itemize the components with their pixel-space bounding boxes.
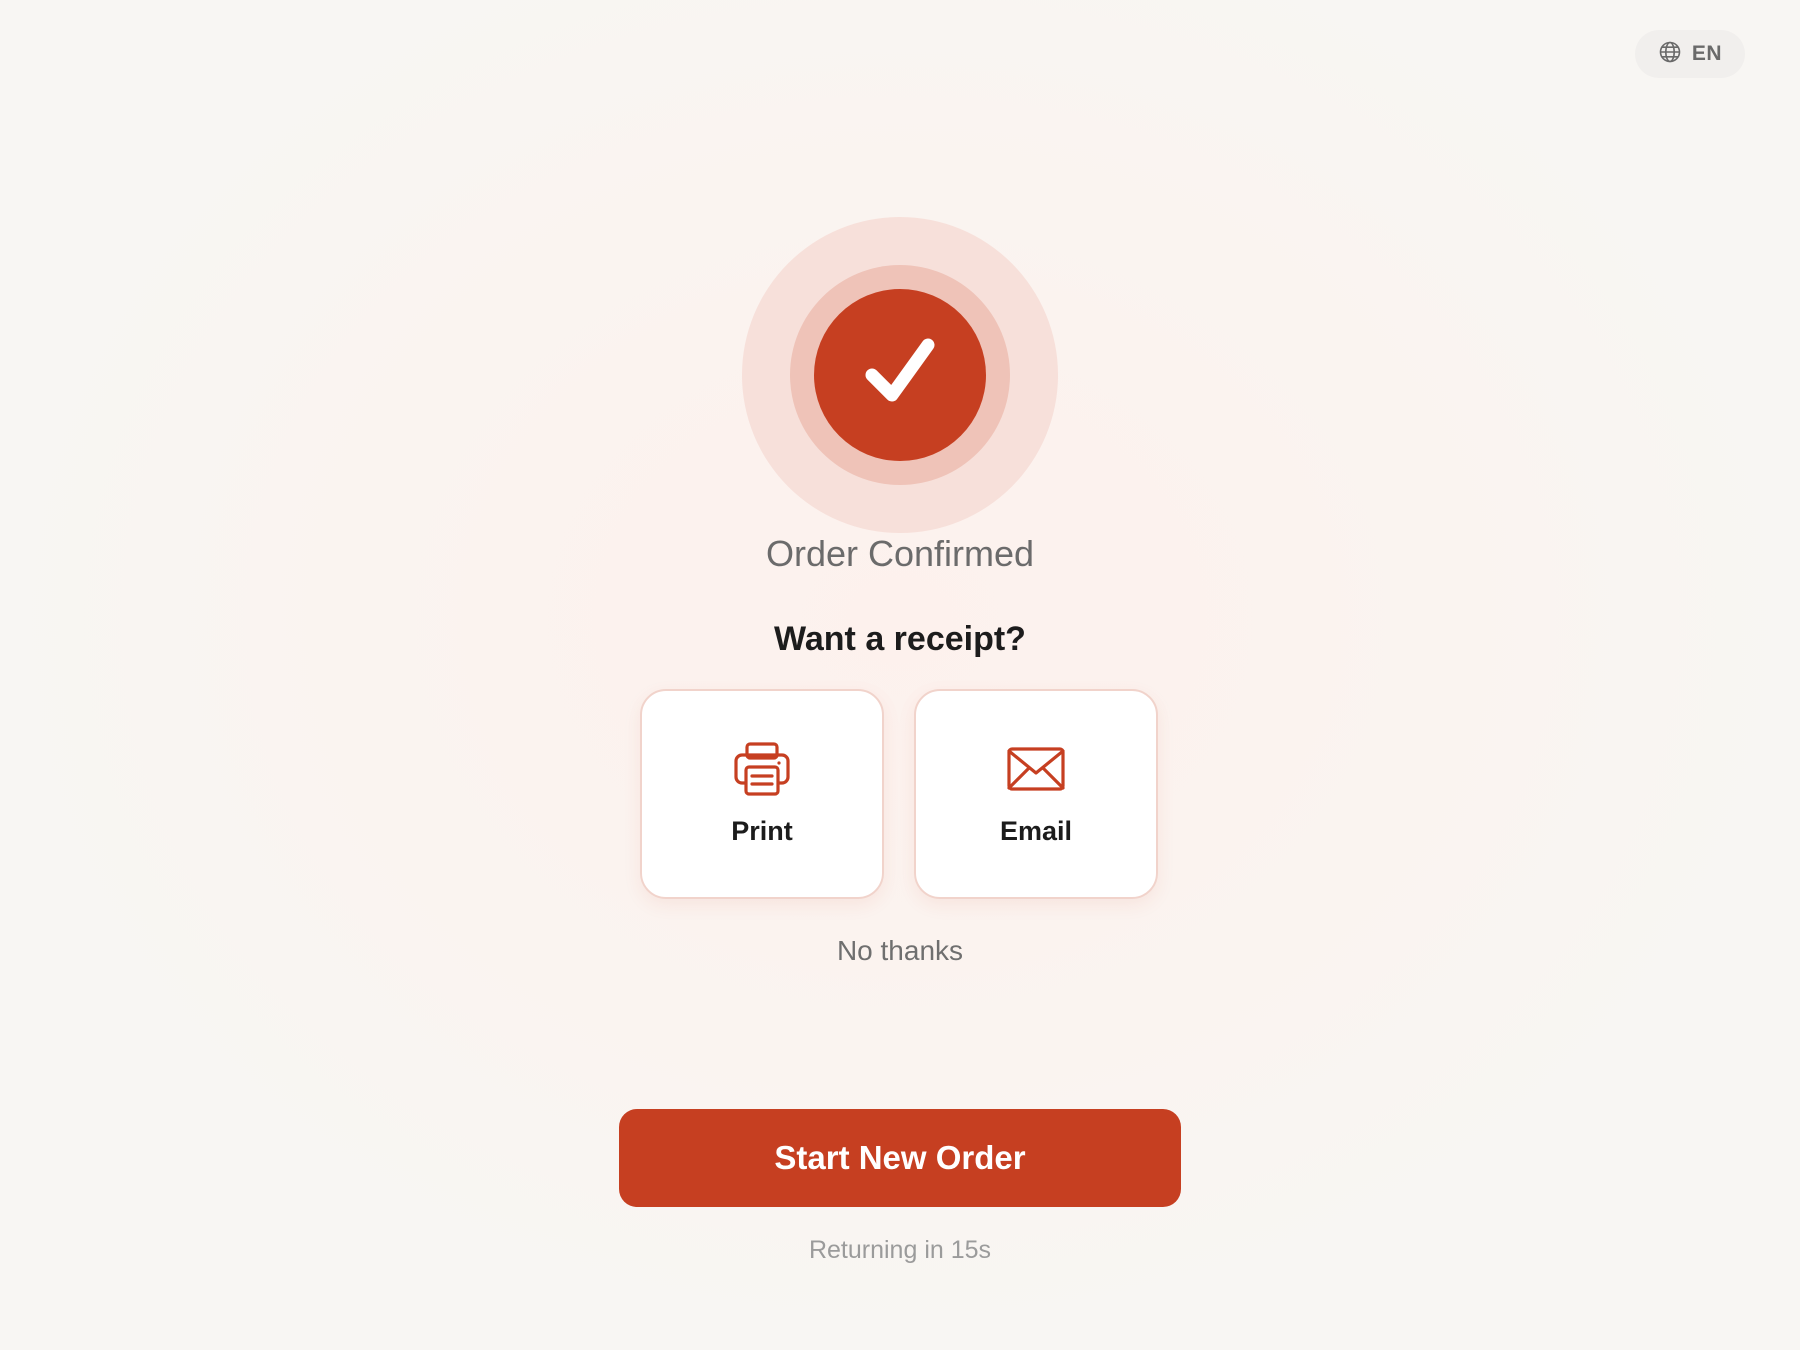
printer-icon <box>732 741 792 802</box>
language-code: EN <box>1691 42 1723 65</box>
print-receipt-button[interactable]: Print <box>640 689 884 899</box>
receipt-question: Want a receipt? <box>774 620 1026 658</box>
checkmark-circle <box>814 289 986 461</box>
language-selector[interactable]: EN <box>1635 30 1745 78</box>
order-status-title: Order Confirmed <box>765 533 1035 574</box>
envelope-icon <box>1006 741 1066 802</box>
confirmation-badge <box>742 217 1058 533</box>
email-receipt-button[interactable]: Email <box>914 689 1158 899</box>
email-label: Email <box>999 816 1073 846</box>
return-countdown: Returning in 15s <box>808 1236 992 1264</box>
no-thanks-link[interactable]: No thanks <box>0 935 1800 967</box>
checkmark-icon <box>852 325 948 426</box>
globe-icon <box>1658 40 1682 69</box>
start-new-order-button[interactable]: Start New Order <box>619 1109 1181 1207</box>
print-label: Print <box>731 816 793 846</box>
